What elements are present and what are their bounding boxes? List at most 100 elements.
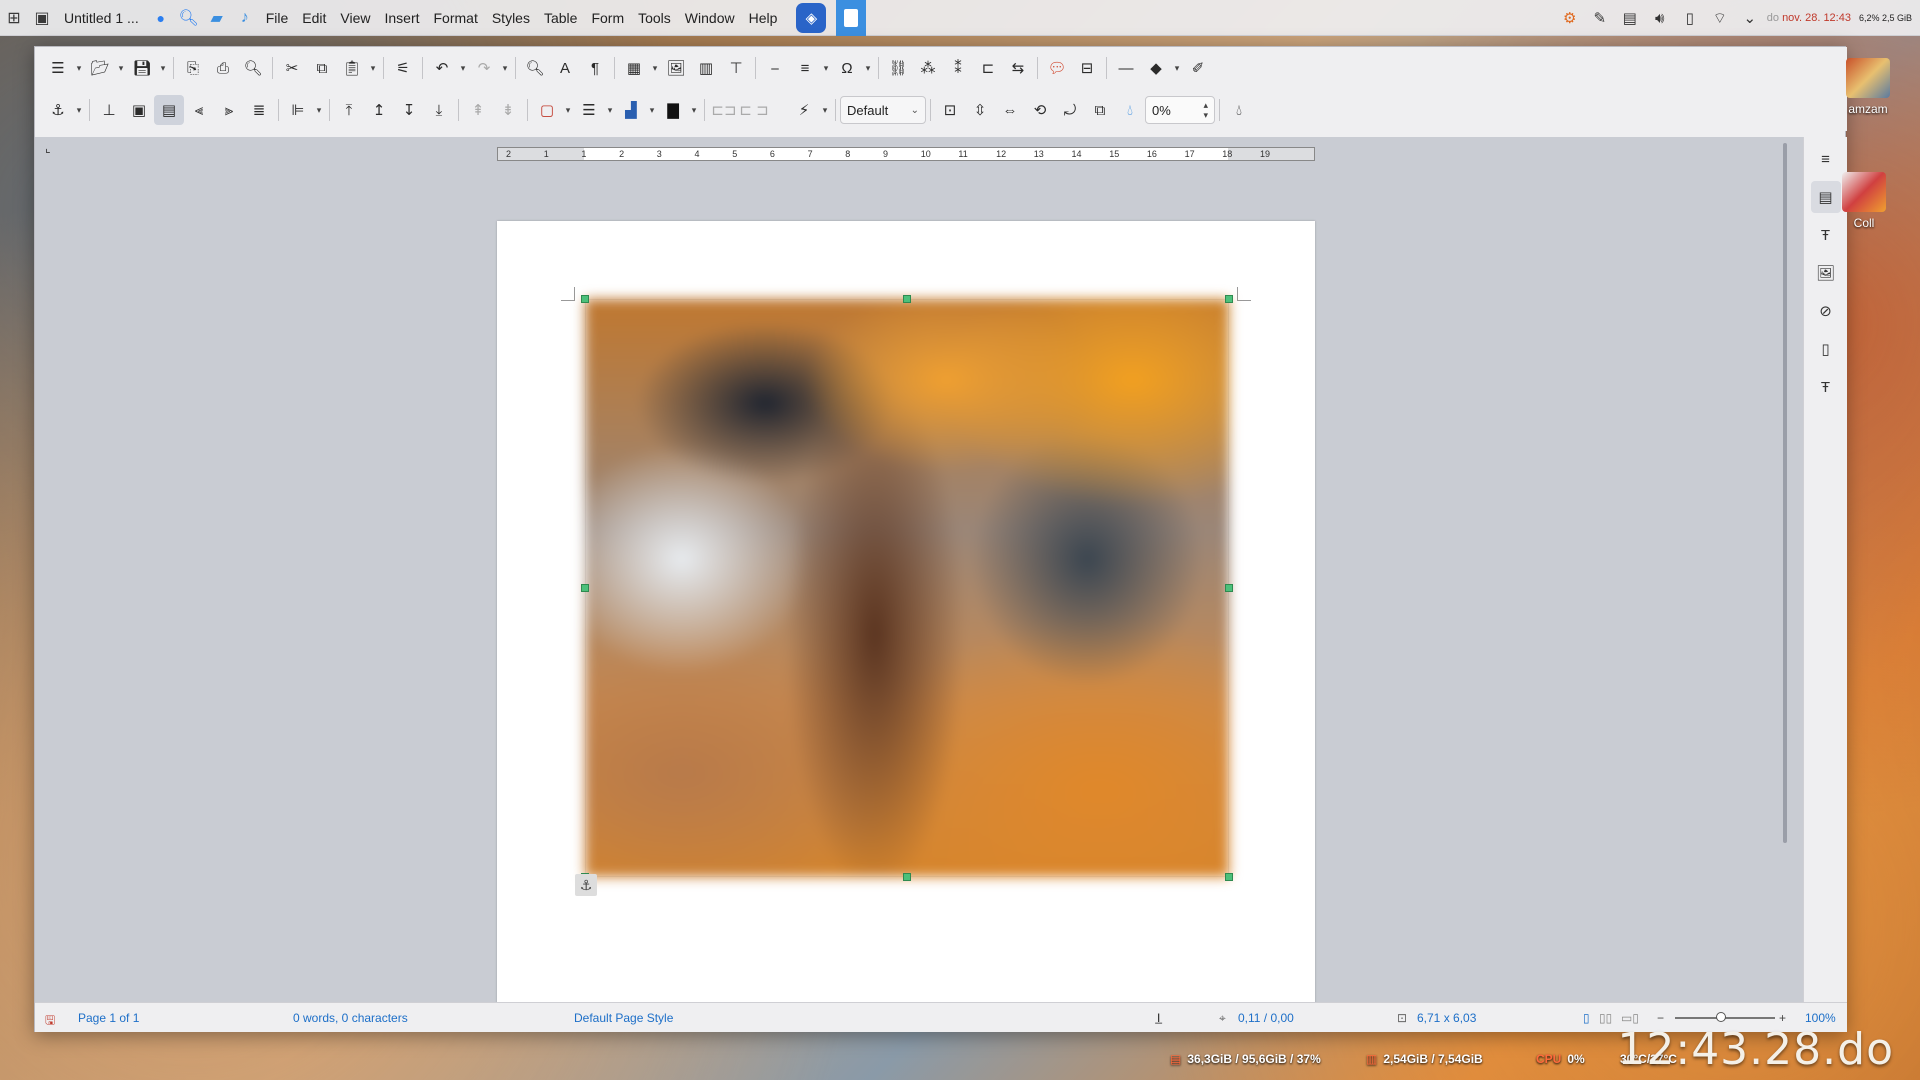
resize-handle-tr[interactable] <box>1225 295 1233 303</box>
book-view-icon[interactable]: ▭▯ <box>1621 1011 1639 1025</box>
sidebar-toggle-icon[interactable]: ☰ <box>43 53 73 83</box>
chevron-down-icon[interactable]: ▾ <box>73 53 85 83</box>
to-foreground-icon[interactable]: ⇞ <box>463 95 493 125</box>
wrap-off-icon[interactable]: ⊥ <box>94 95 124 125</box>
active-window-title[interactable]: Untitled 1 ... <box>56 10 147 26</box>
resize-handle-tl[interactable] <box>581 295 589 303</box>
writer-task-icon[interactable] <box>836 0 867 36</box>
update-icon[interactable]: ⚙ <box>1555 0 1585 36</box>
flip-vertical-icon[interactable]: ⇳ <box>965 95 995 125</box>
borders-icon[interactable]: ▢ <box>532 95 562 125</box>
menu-window[interactable]: Window <box>678 0 742 36</box>
resize-handle-t[interactable] <box>903 295 911 303</box>
resize-handle-b[interactable] <box>903 873 911 881</box>
undo-icon[interactable]: ↶ <box>427 53 457 83</box>
wrap-left-icon[interactable]: ⫷ <box>184 95 214 125</box>
chevron-down-icon[interactable]: ▾ <box>649 53 661 83</box>
network-icon[interactable]: ⌔ <box>1705 0 1735 36</box>
sidebar-menu-icon[interactable]: ≡ <box>1811 143 1841 175</box>
wrap-through-icon[interactable]: ≣ <box>244 95 274 125</box>
bring-to-front-icon[interactable]: ⤒ <box>334 95 364 125</box>
rotate-icon[interactable]: ⟲ <box>1025 95 1055 125</box>
insert-chart-icon[interactable]: ▥ <box>691 53 721 83</box>
menu-form[interactable]: Form <box>584 0 631 36</box>
menu-edit[interactable]: Edit <box>295 0 333 36</box>
forward-one-icon[interactable]: ↥ <box>364 95 394 125</box>
chevron-down-icon[interactable]: ▾ <box>862 53 874 83</box>
insert-line-icon[interactable]: — <box>1111 53 1141 83</box>
find-replace-icon[interactable]: 🔍︎ <box>520 53 550 83</box>
spelling-icon[interactable]: A <box>550 53 580 83</box>
chevron-down-icon[interactable]: ▾ <box>313 95 325 125</box>
redo-icon[interactable]: ↷ <box>469 53 499 83</box>
zoom-in-button[interactable]: + <box>1779 1011 1786 1025</box>
scrollbar-thumb[interactable] <box>1783 143 1787 843</box>
multi-page-view-icon[interactable]: ▯▯ <box>1599 1011 1612 1025</box>
insert-field-icon[interactable]: ≡ <box>790 53 820 83</box>
border-style-icon[interactable]: ☰ <box>574 95 604 125</box>
music-icon[interactable]: ♪ <box>231 4 259 32</box>
track-changes-icon[interactable]: ⊟ <box>1072 53 1102 83</box>
application-launcher-icon[interactable]: ⊞ <box>0 4 28 32</box>
footnote-icon[interactable]: ⁂ <box>913 53 943 83</box>
clipboard-icon[interactable]: ▤ <box>1615 0 1645 36</box>
phone-icon[interactable]: ▯ <box>1675 0 1705 36</box>
cut-icon[interactable]: ✂ <box>277 53 307 83</box>
hyperlink-icon[interactable]: ⛓ <box>883 53 913 83</box>
chevron-down-icon[interactable]: ▾ <box>819 95 831 125</box>
chevron-down-icon[interactable]: ▾ <box>820 53 832 83</box>
basic-shapes-icon[interactable]: ◆ <box>1141 53 1171 83</box>
screenshot-icon[interactable]: ▣ <box>28 4 56 32</box>
transparency-stepper[interactable]: 0% ▴ ▾ <box>1145 96 1215 124</box>
document-modified-icon[interactable]: 🖫︎ <box>45 1011 55 1032</box>
paste-icon[interactable]: 📋︎ <box>337 53 367 83</box>
endnote-icon[interactable]: ⁑ <box>943 53 973 83</box>
document-area[interactable]: ⌞ 2 1 1 2 3 4 5 6 7 8 9 10 11 12 13 14 15 16 17 18 19 ⚓ <box>35 137 1803 1002</box>
wrap-page-icon[interactable]: ▣ <box>124 95 154 125</box>
chevron-down-icon[interactable]: ▾ <box>562 95 574 125</box>
color-mode-icon[interactable]: 💧︎ <box>1224 95 1254 125</box>
link-frames-icon[interactable]: ⊏⊐ <box>709 95 739 125</box>
resize-handle-l[interactable] <box>581 584 589 592</box>
spin-arrows-icon[interactable]: ▴ ▾ <box>1203 100 1208 120</box>
clone-formatting-icon[interactable]: ⚟ <box>388 53 418 83</box>
insert-table-icon[interactable]: ▦ <box>619 53 649 83</box>
flip-horizontal-icon[interactable]: ⇔ <box>995 95 1025 125</box>
resize-handle-br[interactable] <box>1225 873 1233 881</box>
single-page-view-icon[interactable]: ▯ <box>1583 1011 1590 1025</box>
word-count[interactable]: 0 words, 0 characters <box>293 1011 408 1025</box>
formatting-marks-icon[interactable]: ¶ <box>580 53 610 83</box>
align-objects-icon[interactable]: ⊫ <box>283 95 313 125</box>
insert-image-icon[interactable]: 🖼︎ <box>661 53 691 83</box>
page[interactable]: ⚓ <box>497 221 1315 1002</box>
chevron-down-icon[interactable]: ▾ <box>688 95 700 125</box>
menu-view[interactable]: View <box>333 0 377 36</box>
desktop-icon-amzam[interactable]: amzam <box>1838 58 1898 116</box>
brave-browser-icon[interactable]: ◈ <box>796 2 827 33</box>
navigator-icon[interactable]: ⊘ <box>1811 295 1841 327</box>
crop-icon[interactable]: ⊡ <box>935 95 965 125</box>
menu-table[interactable]: Table <box>537 0 584 36</box>
vertical-scrollbar[interactable] <box>1781 137 1791 997</box>
comment-icon[interactable]: 💬︎ <box>1042 53 1072 83</box>
menu-tools[interactable]: Tools <box>631 0 678 36</box>
resize-handle-r[interactable] <box>1225 584 1233 592</box>
to-background-icon[interactable]: ⇟ <box>493 95 523 125</box>
page-count[interactable]: Page 1 of 1 <box>78 1011 139 1025</box>
draw-icon[interactable]: ✐ <box>1183 53 1213 83</box>
bookmark-icon[interactable]: ⊏ <box>973 53 1003 83</box>
send-to-back-icon[interactable]: ⤓ <box>424 95 454 125</box>
chevron-down-icon[interactable]: ▾ <box>73 95 85 125</box>
chevron-down-icon[interactable]: ▾ <box>457 53 469 83</box>
clock[interactable]: do nov. 28. 12:43 <box>1765 12 1859 24</box>
duplicate-icon[interactable]: ⧉ <box>1085 95 1115 125</box>
folder-icon[interactable]: ▰ <box>203 4 231 32</box>
chevron-down-icon[interactable]: ▾ <box>157 53 169 83</box>
page-style[interactable]: Default Page Style <box>574 1011 673 1025</box>
chevron-down-icon[interactable]: ▾ <box>646 95 658 125</box>
chevron-down-icon[interactable]: ▾ <box>499 53 511 83</box>
gallery-icon[interactable]: 🖼︎ <box>1811 257 1841 289</box>
zoom-out-button[interactable]: − <box>1657 1011 1664 1025</box>
horizontal-ruler[interactable]: 2 1 1 2 3 4 5 6 7 8 9 10 11 12 13 14 15 16 17 18 19 <box>497 147 1315 161</box>
tab-stop-icon[interactable]: ⌞ <box>45 141 51 155</box>
